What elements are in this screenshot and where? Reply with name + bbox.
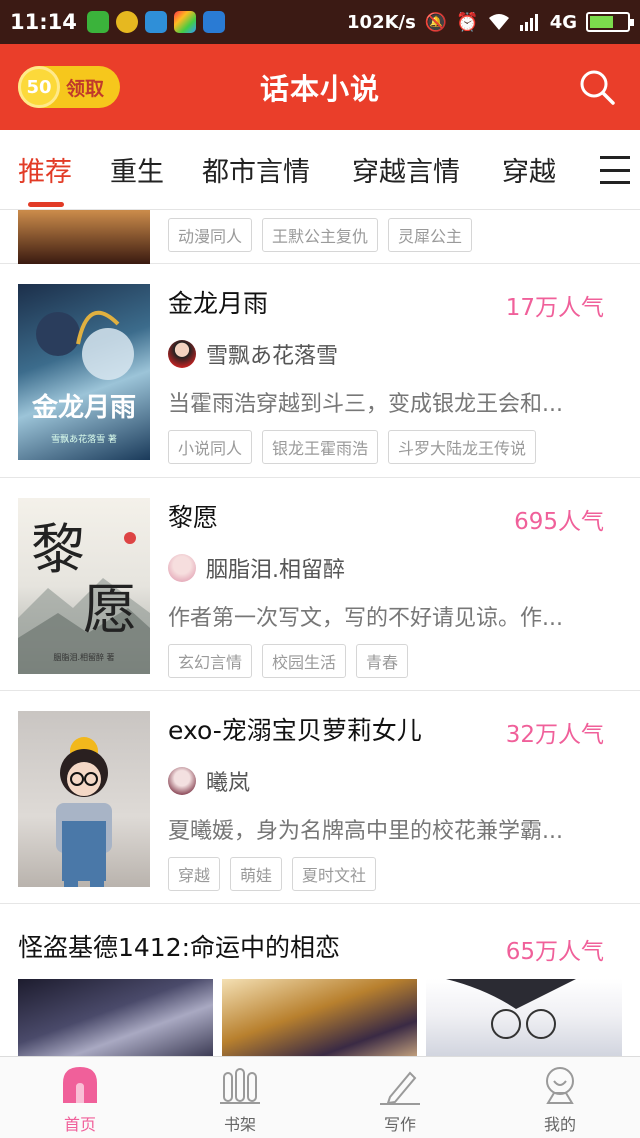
status-time: 11:14 (10, 10, 77, 34)
popularity: 32万人气 (505, 722, 604, 748)
tag[interactable]: 动漫同人 (168, 218, 253, 252)
bottom-navigation: 首页 书架 写作 我的 (0, 1056, 640, 1138)
avatar (168, 340, 196, 368)
popularity: 65万人气 (505, 939, 604, 965)
author-name: 曦岚 (206, 771, 251, 796)
profile-icon (546, 1067, 574, 1104)
tag[interactable]: 斗罗大陆龙王传说 (388, 430, 537, 464)
wechat-icon (86, 11, 109, 33)
cover-title: 黎 (31, 518, 85, 581)
tab-urban-romance[interactable]: 都市言情 (202, 150, 310, 189)
app-header: 50 领取 话本小说 (0, 44, 640, 130)
mute-icon: 🔕 (424, 11, 448, 33)
list-item[interactable]: 金龙月雨 雪飘あ花落雪 著 金龙月雨 17万人气 雪飘あ花落雪 当霍雨浩穿越到斗… (0, 264, 640, 478)
menu-icon[interactable] (600, 156, 630, 184)
popularity: 695人气 (514, 509, 604, 535)
network-speed: 102K/s (347, 11, 416, 33)
battery-icon (586, 12, 634, 32)
book-description: 当霍雨浩穿越到斗三，变成银龙王会和... (168, 392, 563, 417)
tag[interactable]: 校园生活 (262, 644, 347, 678)
tab-time-travel-romance[interactable]: 穿越言情 (352, 150, 460, 189)
tag[interactable]: 玄幻言情 (168, 644, 253, 678)
nav-home[interactable]: 首页 (40, 1065, 120, 1135)
featured-image[interactable] (426, 979, 622, 1056)
tag[interactable]: 小说同人 (168, 430, 253, 464)
author[interactable]: 曦岚 (168, 765, 250, 797)
featured-image[interactable] (222, 979, 417, 1056)
featured-title[interactable]: 怪盗基德1412:命运中的相恋 (18, 928, 340, 964)
author-name: 雪飘あ花落雪 (206, 344, 339, 369)
book-list[interactable]: 动漫同人 王默公主复仇 灵犀公主 金龙月雨 雪飘あ花落雪 著 金龙月雨 17万人… (0, 210, 640, 1056)
tag[interactable]: 青春 (356, 644, 409, 678)
book-description: 作者第一次写文，写的不好请见谅。作... (168, 606, 563, 631)
claim-coins-button[interactable]: 50 领取 (18, 66, 120, 108)
featured-book[interactable]: 怪盗基德1412:命运中的相恋 65万人气 (0, 904, 640, 1056)
tag[interactable]: 萌娃 (230, 857, 283, 891)
cover-title: 金龙月雨 (31, 392, 136, 423)
signal-icon (519, 14, 538, 31)
book-title[interactable]: 黎愿 (168, 498, 218, 534)
cover-author: 雪飘あ花落雪 著 (51, 433, 117, 445)
book-cover: 金龙月雨 雪飘あ花落雪 著 (18, 284, 150, 460)
app-title: 话本小说 (259, 72, 380, 106)
tag[interactable]: 穿越 (168, 857, 221, 891)
book-cover (18, 210, 150, 264)
avatar (168, 554, 196, 582)
tag[interactable]: 夏时文社 (292, 857, 377, 891)
list-item[interactable]: exo-宠溺宝贝萝莉女儿 32万人气 曦岚 夏曦媛，身为名牌高中里的校花兼学霸.… (0, 691, 640, 904)
nav-write[interactable]: 写作 (360, 1065, 440, 1135)
tab-rebirth[interactable]: 重生 (110, 150, 164, 189)
category-tabs: 推荐 重生 都市言情 穿越言情 穿越 (0, 130, 640, 210)
cover-title: 愿 (83, 578, 137, 641)
cover-author: 胭脂泪.相留醉 著 (53, 652, 114, 662)
app-store-icon (173, 11, 196, 33)
alarm-icon: ⏰ (456, 11, 479, 33)
author[interactable]: 雪飘あ花落雪 (168, 338, 338, 370)
popularity: 17万人气 (505, 295, 604, 321)
wifi-icon (488, 14, 509, 30)
nav-label: 书架 (223, 1115, 256, 1134)
tab-recommend[interactable]: 推荐 (18, 150, 72, 189)
tag[interactable]: 王默公主复仇 (262, 218, 379, 252)
pen-icon (380, 1071, 420, 1105)
avatar (168, 767, 196, 795)
battery-level (590, 16, 614, 28)
bookshelf-icon (220, 1068, 260, 1104)
book-title[interactable]: exo-宠溺宝贝萝莉女儿 (168, 711, 422, 747)
active-tab-indicator (28, 202, 64, 207)
search-icon[interactable] (578, 68, 616, 106)
nav-label: 写作 (383, 1115, 416, 1134)
nav-label: 首页 (63, 1115, 96, 1134)
book-cover: 黎 愿 胭脂泪.相留醉 著 (18, 498, 150, 674)
nav-label: 我的 (543, 1115, 576, 1134)
list-item[interactable]: 黎 愿 胭脂泪.相留醉 著 黎愿 695人气 胭脂泪.相留醉 作者第一次写文，写… (0, 478, 640, 691)
scan-icon (202, 11, 225, 33)
tab-time-travel[interactable]: 穿越 (502, 150, 556, 189)
author[interactable]: 胭脂泪.相留醉 (168, 552, 345, 584)
claim-label: 领取 (66, 77, 105, 100)
home-icon (63, 1067, 97, 1103)
book-cover (18, 711, 150, 887)
tag[interactable]: 灵犀公主 (388, 218, 473, 252)
game-icon (115, 11, 138, 33)
nav-bookshelf[interactable]: 书架 (200, 1065, 280, 1135)
message-icon (144, 11, 167, 33)
author-name: 胭脂泪.相留醉 (206, 558, 345, 583)
book-title[interactable]: 金龙月雨 (168, 284, 268, 320)
status-bar: 11:14 102K/s 🔕 ⏰ 4G (0, 0, 640, 44)
list-item[interactable]: 动漫同人 王默公主复仇 灵犀公主 (0, 210, 640, 264)
tag[interactable]: 银龙王霍雨浩 (262, 430, 379, 464)
notification-icons (86, 11, 225, 33)
featured-image[interactable] (18, 979, 213, 1056)
nav-profile[interactable]: 我的 (520, 1065, 600, 1135)
network-type: 4G (549, 11, 577, 33)
book-description: 夏曦媛，身为名牌高中里的校花兼学霸... (168, 819, 563, 844)
coin-count: 50 (18, 66, 60, 108)
